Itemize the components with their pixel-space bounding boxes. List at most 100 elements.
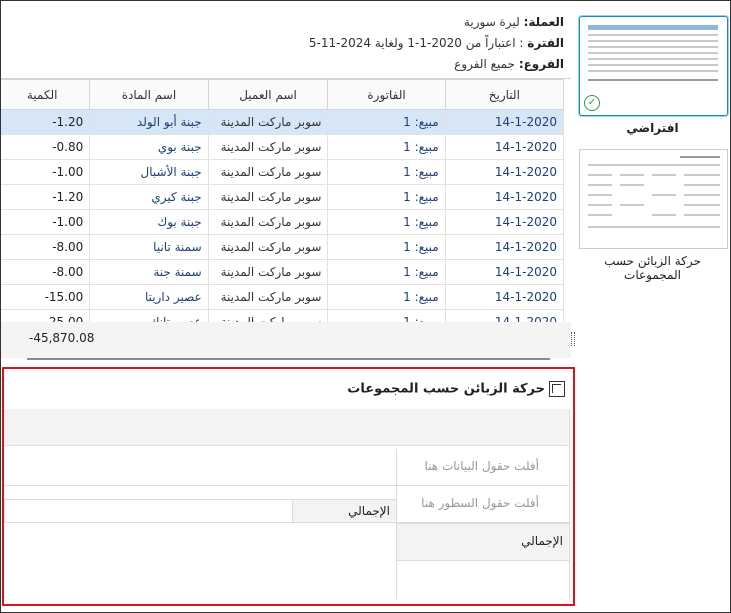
invoice-cell[interactable]: مبيع: 1	[327, 159, 446, 185]
currency-label: العملة:	[523, 15, 564, 29]
invoice-cell[interactable]: مبيع: 1	[327, 259, 446, 285]
table-row[interactable]: -8.00 سمنة تانيا سوبر ماركت المدينة مبيع: 1…	[1, 234, 565, 260]
invoice-cell[interactable]: مبيع: 1	[327, 309, 446, 322]
invoice-cell[interactable]: مبيع: 1	[327, 109, 446, 135]
invoice-cell[interactable]: مبيع: 1	[327, 284, 446, 310]
branches-line: الفروع: جميع الفروع	[454, 57, 564, 71]
item-name-cell[interactable]: جبنة بوك	[89, 209, 209, 235]
customer-name-cell[interactable]: سوبر ماركت المدينة	[207, 234, 329, 260]
data-fields-drop-area[interactable]: أفلت حقول البيانات هنا	[397, 449, 569, 486]
table-row[interactable]: -1.00 جبنة بوك سوبر ماركت المدينة مبيع: 1 14…	[1, 209, 565, 235]
pivot-grid-panel: حركة الزبائن حسب المجموعات أفلت حقول الب…	[2, 367, 575, 606]
column-grand-total-label: الإجمالي	[348, 504, 390, 518]
column-header-invoice[interactable]: الفاتورة	[327, 79, 446, 110]
customer-name-cell[interactable]: سوبر ماركت المدينة	[207, 134, 329, 160]
layout-label-groups[interactable]: حركة الزبائن حسب المجموعات	[575, 254, 730, 282]
date-cell[interactable]: 14-1-2020	[444, 259, 565, 285]
date-cell[interactable]: 14-1-2020	[444, 159, 565, 185]
column-header-area: الإجمالي	[4, 499, 397, 523]
grid-total-row: -45,870.08	[1, 322, 571, 358]
item-name-cell[interactable]: عصير تانك	[89, 309, 209, 322]
table-row[interactable]: -1.00 جبنة الأشبال سوبر ماركت المدينة مبيع:…	[1, 159, 565, 185]
qty-cell[interactable]: -1.00	[1, 159, 91, 185]
date-cell[interactable]: 14-1-2020	[444, 109, 565, 135]
qty-cell[interactable]: -0.80	[1, 134, 91, 160]
row-fields-drop-label: أفلت حقول السطور هنا	[421, 496, 539, 510]
pivot-table-icon	[549, 381, 565, 397]
customer-name-cell[interactable]: سوبر ماركت المدينة	[207, 109, 329, 135]
date-cell[interactable]: 14-1-2020	[444, 184, 565, 210]
layout-thumbnail-default[interactable]: ✓	[579, 16, 728, 116]
horizontal-scrollbar[interactable]	[27, 358, 550, 360]
table-row[interactable]: -1.20 جبنة أبو الولد سوبر ماركت المدينة مبي…	[1, 109, 565, 135]
pivot-title-text: حركة الزبائن حسب المجموعات	[347, 381, 545, 397]
period-value: : اعتباراً من 2020-1-1 ولغاية 2024-11-5	[308, 36, 524, 50]
qty-cell[interactable]: -1.00	[1, 209, 91, 235]
table-row[interactable]: -0.80 جبنة بوي سوبر ماركت المدينة مبيع: 1 14…	[1, 134, 565, 160]
column-header-customer-name[interactable]: اسم العميل	[207, 79, 329, 110]
period-label: الفترة	[527, 36, 564, 50]
customer-name-cell[interactable]: سوبر ماركت المدينة	[207, 184, 329, 210]
row-grand-total-label: الإجمالي	[521, 534, 563, 548]
thumbnail-preview	[680, 156, 720, 158]
invoice-cell[interactable]: مبيع: 1	[327, 234, 446, 260]
branches-label: الفروع:	[518, 57, 564, 71]
report-area: العملة: ليرة سورية الفترة : اعتباراً من …	[1, 1, 572, 366]
invoice-cell[interactable]: مبيع: 1	[327, 184, 446, 210]
invoice-cell[interactable]: مبيع: 1	[327, 134, 446, 160]
data-table: الكمية اسم المادة اسم العميل الفاتورة ال…	[1, 79, 565, 322]
customer-name-cell[interactable]: سوبر ماركت المدينة	[207, 259, 329, 285]
branches-value: جميع الفروع	[454, 57, 515, 71]
table-row[interactable]: -25.00 عصير تانك سوبر ماركت المدينة مبيع: 1…	[1, 309, 565, 322]
data-grid[interactable]: الكمية اسم المادة اسم العميل الفاتورة ال…	[1, 78, 571, 322]
layout-thumbnail-groups[interactable]	[579, 149, 728, 249]
item-name-cell[interactable]: عصير داريتا	[89, 284, 209, 310]
qty-cell[interactable]: -8.00	[1, 259, 91, 285]
table-row[interactable]: -15.00 عصير داريتا سوبر ماركت المدينة مبيع:…	[1, 284, 565, 310]
pivot-right-edge	[569, 409, 570, 599]
table-row[interactable]: -1.20 جبنة كيري سوبر ماركت المدينة مبيع: 11…	[1, 184, 565, 210]
item-name-cell[interactable]: جبنة كيري	[89, 184, 209, 210]
customer-name-cell[interactable]: سوبر ماركت المدينة	[207, 284, 329, 310]
data-fields-drop-label: أفلت حقول البيانات هنا	[424, 459, 539, 473]
date-cell[interactable]: 14-1-2020	[444, 209, 565, 235]
customer-name-cell[interactable]: سوبر ماركت المدينة	[207, 159, 329, 185]
qty-cell[interactable]: -15.00	[1, 284, 91, 310]
item-name-cell[interactable]: سمنة تانيا	[89, 234, 209, 260]
table-row[interactable]: -8.00 سمنة جنة سوبر ماركت المدينة مبيع: 1 14…	[1, 259, 565, 285]
column-grand-total-header[interactable]: الإجمالي	[292, 499, 397, 523]
qty-cell[interactable]: -25.00	[1, 309, 91, 322]
selected-check-icon: ✓	[584, 95, 600, 111]
layouts-panel: ✓ افتراضي حركة الزبائن حسب المجموعات	[575, 1, 730, 611]
row-grand-total-header[interactable]: الإجمالي	[396, 523, 569, 561]
quantity-total: -45,870.08	[29, 331, 95, 345]
qty-cell[interactable]: -1.20	[1, 109, 91, 135]
pivot-divider	[4, 485, 397, 486]
pivot-title: حركة الزبائن حسب المجموعات	[347, 381, 565, 397]
date-cell[interactable]: 14-1-2020	[444, 284, 565, 310]
date-cell[interactable]: 14-1-2020	[444, 234, 565, 260]
column-header-quantity[interactable]: الكمية	[1, 79, 91, 110]
column-header-date[interactable]: التاريخ	[444, 79, 565, 110]
currency-line: العملة: ليرة سورية	[464, 15, 564, 29]
row-fields-drop-area[interactable]: أفلت حقول السطور هنا	[397, 486, 569, 523]
invoice-cell[interactable]: مبيع: 1	[327, 209, 446, 235]
column-header-item-name[interactable]: اسم المادة	[89, 79, 209, 110]
customer-name-cell[interactable]: سوبر ماركت المدينة	[207, 309, 329, 322]
layout-label-default[interactable]: افتراضي	[575, 121, 730, 135]
filter-area[interactable]	[4, 409, 569, 446]
customer-name-cell[interactable]: سوبر ماركت المدينة	[207, 209, 329, 235]
item-name-cell[interactable]: جبنة أبو الولد	[89, 109, 209, 135]
date-cell[interactable]: 14-1-2020	[444, 309, 565, 322]
thumbnail-preview	[588, 25, 718, 30]
period-line: الفترة : اعتباراً من 2020-1-1 ولغاية 202…	[309, 36, 564, 50]
qty-cell[interactable]: -1.20	[1, 184, 91, 210]
column-field-area[interactable]	[4, 499, 292, 523]
qty-cell[interactable]: -8.00	[1, 234, 91, 260]
item-name-cell[interactable]: سمنة جنة	[89, 259, 209, 285]
pivot-divider	[396, 449, 397, 599]
date-cell[interactable]: 14-1-2020	[444, 134, 565, 160]
currency-value: ليرة سورية	[463, 15, 520, 29]
item-name-cell[interactable]: جبنة الأشبال	[89, 159, 209, 185]
item-name-cell[interactable]: جبنة بوي	[89, 134, 209, 160]
